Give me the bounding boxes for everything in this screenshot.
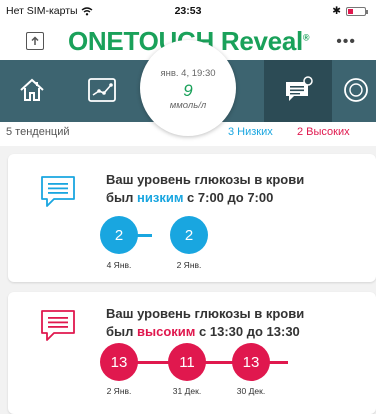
status-right: ✱ [332,5,368,17]
low-count-filter[interactable]: 3 Низких [228,126,273,138]
message-icon [41,176,75,207]
circle-icon [344,78,368,102]
share-icon [31,36,39,45]
tab-logbook[interactable] [84,72,120,108]
share-button[interactable] [26,32,44,50]
last-reading-date: янв. 4, 19:30 [160,68,216,79]
reading-date: 30 Дек. [236,386,266,396]
pattern-description: Ваш уровень глюкозы в крови был низким с… [106,171,366,207]
message-icon [41,310,75,341]
reading-bubble[interactable]: 13 [100,343,138,381]
battery-icon [346,6,368,16]
pattern-line-2: был низким с 7:00 до 7:00 [106,189,366,207]
bluetooth-icon: ✱ [332,5,341,17]
pattern-emphasis-high: высоким [137,324,196,339]
status-time: 23:53 [174,5,202,17]
reading-date: 2 Янв. [106,386,132,396]
reading-bubble[interactable]: 2 [170,216,208,254]
reading-bubble[interactable]: 11 [168,343,206,381]
pattern-card-low[interactable]: Ваш уровень глюкозы в крови был низким с… [8,154,376,282]
pattern-line-2: был высоким с 13:30 до 13:30 [106,323,366,341]
reading-date: 31 Дек. [172,386,202,396]
message-icon [286,76,313,101]
pattern-line-2-suffix: с 7:00 до 7:00 [183,190,274,205]
tab-home[interactable] [14,72,50,108]
home-icon [20,78,44,101]
reading-bubble[interactable]: 13 [232,343,270,381]
battery-level [348,8,353,14]
pattern-line-2-prefix: был [106,324,138,339]
pattern-line-1: Ваш уровень глюкозы в крови [106,172,305,187]
pattern-line-2-suffix: с 13:30 до 13:30 [195,324,300,339]
pattern-description: Ваш уровень глюкозы в крови был высоким … [106,305,366,341]
last-reading-value: 9 [183,81,193,100]
reading-bubble[interactable]: 2 [100,216,138,254]
tab-patterns[interactable] [280,72,316,108]
patterns-summary: 5 тенденций 3 Низких 2 Высоких [0,122,376,144]
logo-registered-mark: ® [302,32,310,43]
logo-part-reveal: Reveal [220,26,303,56]
reading-date: 4 Янв. [106,260,132,270]
reading-date: 2 Янв. [176,260,202,270]
more-menu-button[interactable]: ••• [336,33,356,51]
patterns-count: 5 тенденций [6,126,70,138]
pattern-card-high[interactable]: Ваш уровень глюкозы в крови был высоким … [8,292,376,414]
logo-part-one: ONE [68,26,124,56]
pattern-emphasis-low: низким [137,190,184,205]
status-bar: Нет SIM-карты 23:53 ✱ [0,0,376,20]
high-count-filter[interactable]: 2 Высоких [297,126,350,138]
last-reading-unit: ммоль/л [169,100,207,111]
tab-more[interactable] [338,72,374,108]
pattern-line-1: Ваш уровень глюкозы в крови [106,306,305,321]
trend-chart-icon [88,78,116,102]
pattern-line-2-prefix: был [106,190,138,205]
